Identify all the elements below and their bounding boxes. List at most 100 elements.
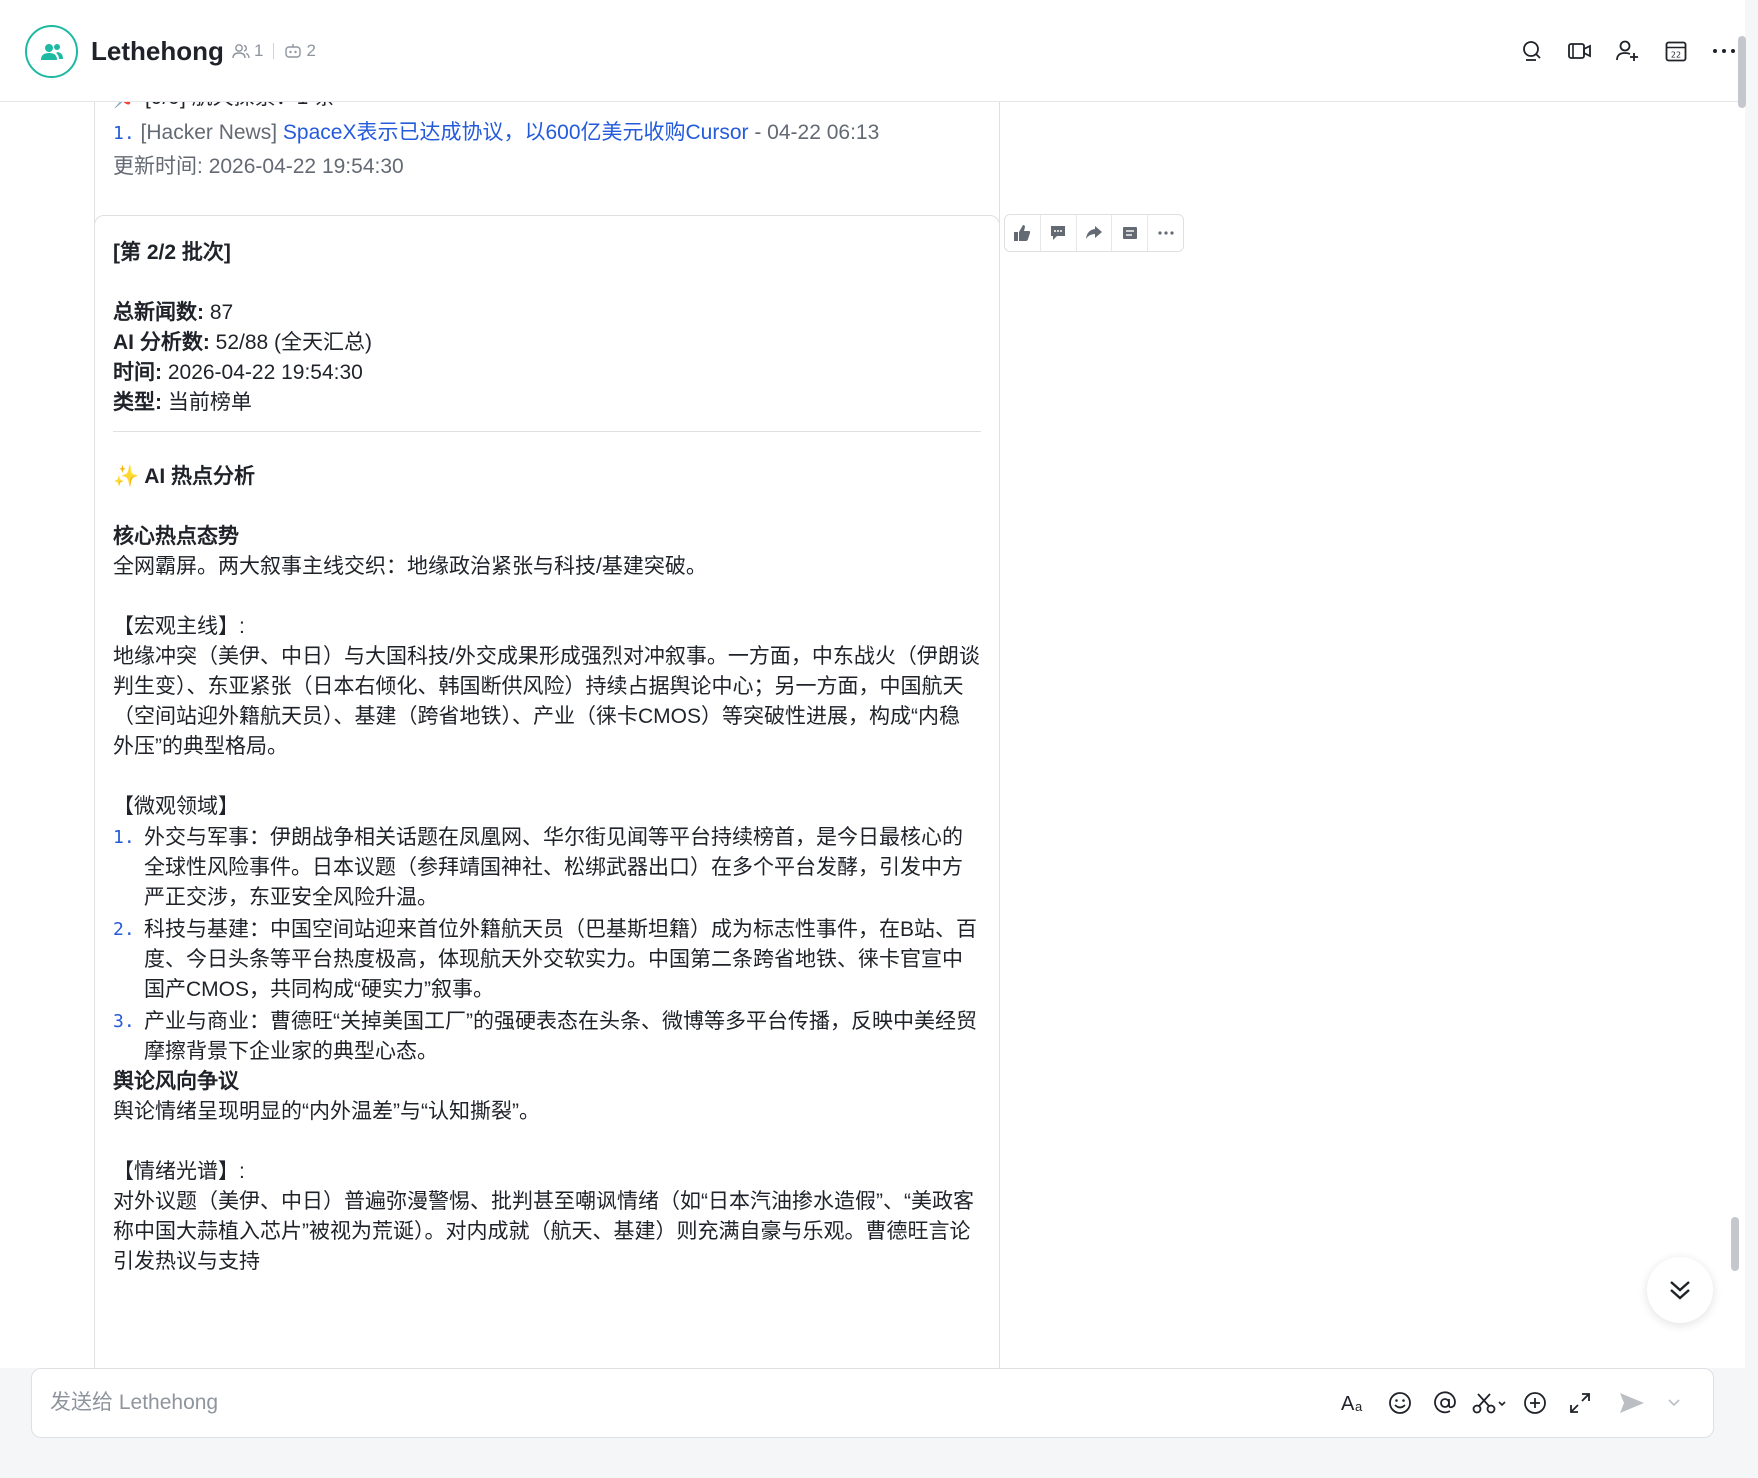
svg-text:a: a bbox=[1355, 1399, 1363, 1414]
update-time-label: 更新时间: bbox=[113, 155, 203, 178]
core-text: 全网霸屏。两大叙事主线交织：地缘政治紧张与科技/基建突破。 bbox=[113, 555, 707, 578]
member-count[interactable]: 1 bbox=[254, 40, 263, 62]
update-time-value: 2026-04-22 19:54:30 bbox=[208, 155, 404, 178]
format-button[interactable]: A a bbox=[1332, 1385, 1377, 1421]
news-item: 1. [Hacker News] SpaceX表示已达成协议，以600亿美元收购… bbox=[113, 116, 879, 150]
group-icon bbox=[40, 43, 63, 60]
total-news-label: 总新闻数: bbox=[113, 301, 204, 324]
batch-title: [第 2/2 批次] bbox=[113, 241, 231, 264]
comment-icon bbox=[1051, 226, 1066, 240]
message-input[interactable]: 发送给 Lethehong A a bbox=[31, 1368, 1714, 1438]
core-title: 核心热点态势 bbox=[113, 525, 239, 548]
emotion-line: 引发热议与支持 bbox=[113, 1250, 260, 1273]
macro-line: 外压”的典型格局。 bbox=[113, 735, 288, 758]
meta-divider bbox=[273, 43, 275, 59]
more-icon bbox=[1713, 49, 1735, 53]
total-news: 总新闻数: 87 bbox=[113, 296, 233, 329]
type-value: 当前榜单 bbox=[167, 391, 252, 414]
search-button[interactable] bbox=[1508, 36, 1556, 66]
list-item-number: 3. bbox=[113, 1011, 135, 1032]
thumbs-up-icon bbox=[1014, 225, 1031, 241]
ai-count: AI 分析数: 52/88 (全天汇总) bbox=[113, 326, 372, 359]
bot-count[interactable]: 2 bbox=[306, 40, 315, 62]
message-list[interactable]: 📌 [9/9] 航天探索：1 条 1. [Hacker News] SpaceX… bbox=[0, 102, 1745, 1368]
calendar-icon: 22 bbox=[1665, 41, 1687, 62]
macro-line: 判生变）、东亚紧张（日本右倾化、韩国断供风险）持续占据舆论中心；另一方面，中国航… bbox=[113, 675, 964, 698]
type-label: 类型: bbox=[113, 391, 162, 414]
composer-tools: A a bbox=[1332, 1385, 1686, 1421]
chat-meta: 1 2 bbox=[232, 40, 316, 62]
screenshot-button[interactable] bbox=[1467, 1385, 1512, 1421]
list-item-line: 产业与商业：曹德旺“关掉美国工厂”的强硬表态在头条、微博等多平台传播，反映中美经… bbox=[144, 1010, 977, 1033]
message-scrollbar[interactable] bbox=[1731, 1217, 1739, 1271]
attach-button[interactable] bbox=[1512, 1385, 1557, 1421]
composer: 发送给 Lethehong A a bbox=[0, 1368, 1745, 1478]
message-toolbar bbox=[1004, 214, 1184, 252]
message-more-button[interactable] bbox=[1148, 215, 1183, 251]
list-item-line: 外交与军事：伊朗战争相关话题在凤凰网、华尔街见闻等平台持续榜首，是今日最核心的 bbox=[144, 826, 963, 849]
type: 类型: 当前榜单 bbox=[113, 386, 252, 419]
more-icon bbox=[1157, 231, 1174, 235]
quote-button[interactable] bbox=[1112, 215, 1147, 251]
news-item-link[interactable]: SpaceX表示已达成协议，以600亿美元收购Cursor bbox=[283, 121, 749, 144]
time-value: 2026-04-22 19:54:30 bbox=[167, 361, 363, 384]
total-news-value: 87 bbox=[209, 301, 234, 324]
send-options-button[interactable] bbox=[1662, 1385, 1686, 1421]
forward-button[interactable] bbox=[1077, 215, 1112, 251]
scroll-to-bottom-button[interactable] bbox=[1647, 1257, 1713, 1323]
search-icon bbox=[1523, 41, 1541, 61]
news-item-time: - 04-22 06:13 bbox=[754, 121, 880, 144]
time: 时间: 2026-04-22 19:54:30 bbox=[113, 356, 363, 389]
send-button[interactable] bbox=[1602, 1385, 1662, 1421]
list-item-number: 2. bbox=[113, 919, 135, 940]
chevron-down-icon bbox=[1668, 1399, 1680, 1407]
mention-button[interactable] bbox=[1422, 1385, 1467, 1421]
macro-line: 地缘冲突（美伊、中日）与大国科技/外交成果形成强烈对冲叙事。一方面，中东战火（伊… bbox=[113, 645, 980, 668]
emotion-line: 对外议题（美伊、中日）普遍弥漫警惕、批判甚至嘲讽情绪（如“日本汽油掺水造假”、“… bbox=[113, 1190, 974, 1213]
update-time: 更新时间: 2026-04-22 19:54:30 bbox=[113, 150, 404, 183]
add-user-icon bbox=[1616, 40, 1638, 61]
members-icon[interactable] bbox=[232, 43, 250, 59]
chat-title[interactable]: Lethehong bbox=[91, 34, 224, 68]
opinion-title: 舆论风向争议 bbox=[113, 1070, 239, 1093]
like-button[interactable] bbox=[1005, 215, 1040, 251]
sparkle-icon: ✨ bbox=[113, 465, 140, 488]
plus-circle-icon bbox=[1523, 1392, 1546, 1414]
news-item-source: [Hacker News] bbox=[140, 121, 278, 144]
text-format-icon: A a bbox=[1341, 1393, 1363, 1414]
list-item-number: 1. bbox=[113, 827, 135, 848]
ai-count-label: AI 分析数: bbox=[113, 331, 210, 354]
video-call-button[interactable] bbox=[1556, 36, 1604, 66]
emoji-icon bbox=[1388, 1392, 1411, 1414]
opinion-text: 舆论情绪呈现明显的“内外温差”与“认知撕裂”。 bbox=[113, 1100, 540, 1123]
bot-icon[interactable] bbox=[284, 43, 302, 59]
svg-text:A: A bbox=[1341, 1393, 1355, 1414]
forward-icon bbox=[1085, 226, 1102, 239]
double-chevron-down-icon bbox=[1670, 1281, 1690, 1300]
add-member-button[interactable] bbox=[1604, 36, 1652, 66]
list-item-line: 严正交涉，东亚安全风险升温。 bbox=[144, 886, 438, 909]
macro-title: 【宏观主线】: bbox=[113, 615, 245, 638]
card-divider bbox=[113, 431, 981, 432]
reply-button[interactable] bbox=[1041, 215, 1076, 251]
group-avatar[interactable] bbox=[25, 25, 78, 78]
partial-section-title: 📌 [9/9] 航天探索：1 条 bbox=[113, 102, 335, 114]
expand-editor-button[interactable] bbox=[1557, 1385, 1602, 1421]
message-input-placeholder[interactable]: 发送给 Lethehong bbox=[50, 1389, 218, 1417]
macro-line: （空间站迎外籍航天员）、基建（跨省地铁）、产业（徕卡CMOS）等突破性进展，构成… bbox=[113, 705, 960, 728]
list-item-line: 度、今日头条等平台热度极高，体现航天外交软实力。中国第二条跨省地铁、徕卡官宣中 bbox=[144, 948, 963, 971]
expand-icon bbox=[1569, 1393, 1590, 1413]
list-item-line: 全球性风险事件。日本议题（参拜靖国神社、松绑武器出口）在多个平台发酵，引发中方 bbox=[144, 856, 963, 879]
window-scrollbar[interactable] bbox=[1738, 36, 1746, 108]
at-icon bbox=[1433, 1391, 1456, 1414]
ai-count-value: 52/88 (全天汇总) bbox=[215, 331, 373, 354]
scissors-icon bbox=[1472, 1393, 1506, 1414]
quote-icon bbox=[1122, 227, 1137, 239]
chat-header: Lethehong 1 2 22 bbox=[0, 0, 1745, 102]
calendar-button[interactable]: 22 bbox=[1652, 36, 1700, 66]
list-item-line: 摩擦背景下企业家的典型心态。 bbox=[144, 1040, 438, 1063]
emotion-line: 称中国大蒜植入芯片”被视为荒诞）。对内成就（航天、基建）则充满自豪与乐观。曹德旺… bbox=[113, 1220, 971, 1243]
send-icon bbox=[1620, 1393, 1644, 1413]
emoji-button[interactable] bbox=[1377, 1385, 1422, 1421]
svg-text:22: 22 bbox=[1671, 51, 1681, 60]
